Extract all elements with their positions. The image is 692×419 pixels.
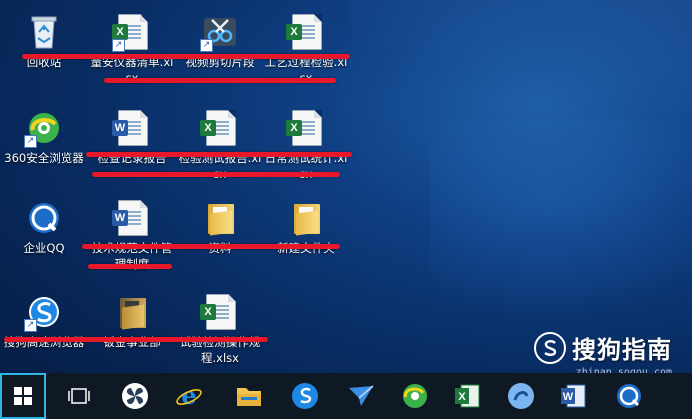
- mail-app-button[interactable]: [338, 373, 384, 419]
- browser-360-icon: [403, 384, 427, 408]
- task-view-icon: [68, 388, 90, 404]
- word-file-icon: W: [112, 108, 152, 148]
- redaction-mark: [4, 337, 268, 342]
- qq-button[interactable]: [606, 373, 652, 419]
- desktop-icon-docx-file[interactable]: W 检查记录报告: [90, 108, 174, 166]
- excel-file-icon: X: [200, 292, 240, 332]
- excel-file-icon: X: [286, 12, 326, 52]
- icon-label: 企业QQ: [23, 241, 65, 255]
- windows-logo-icon: [14, 387, 32, 405]
- svg-text:X: X: [458, 391, 466, 403]
- desktop-icon-xlsx-file[interactable]: X ↗ 量安仪器清单.xlsx: [90, 12, 174, 86]
- word-button[interactable]: W: [550, 373, 596, 419]
- word-file-icon: W: [112, 198, 152, 238]
- redaction-mark: [82, 244, 340, 249]
- desktop-icon-xlsx-file[interactable]: X 试验检测操作规程.xlsx: [178, 292, 262, 366]
- browser-360-icon: ↗: [24, 108, 64, 148]
- word-icon: W: [561, 384, 586, 408]
- desktop-icon-360-browser[interactable]: ↗ 360安全浏览器: [2, 108, 86, 166]
- pinwheel-icon: [122, 383, 148, 409]
- redaction-mark: [88, 264, 172, 269]
- excel-file-icon: X: [286, 108, 326, 148]
- start-button[interactable]: [0, 373, 46, 419]
- desktop-icon-xlsx-file[interactable]: X 日常测试统计.xlsx: [264, 108, 348, 182]
- sogou-input-button[interactable]: [498, 373, 544, 419]
- sogou-guide-watermark: 搜狗指南 zhinan.sogou.com: [534, 330, 672, 378]
- desktop-icon-xlsx-file[interactable]: X 工艺过程检验.xlsx: [264, 12, 348, 86]
- task-view-button[interactable]: [56, 373, 102, 419]
- taskbar: e X W: [0, 373, 692, 419]
- svg-text:e: e: [181, 382, 196, 410]
- desktop-icon-enterprise-qq[interactable]: 企业QQ: [2, 198, 86, 256]
- pinwheel-app-button[interactable]: [112, 373, 158, 419]
- browser-360-button[interactable]: [392, 373, 438, 419]
- paper-plane-icon: [349, 385, 374, 406]
- desktop-icon-docx-file[interactable]: W 技术规范文件管理制度: [90, 198, 174, 272]
- sogou-logo-icon: [534, 331, 566, 364]
- recycle-bin-icon: [24, 12, 64, 52]
- svg-text:W: W: [563, 391, 574, 403]
- excel-file-icon: X: [200, 108, 240, 148]
- internet-explorer-icon: e: [176, 382, 202, 410]
- excel-file-icon: X ↗: [112, 12, 152, 52]
- qq-icon: [24, 198, 64, 238]
- sogou-input-icon: [508, 383, 534, 409]
- excel-icon: X: [455, 384, 480, 408]
- sogou-browser-icon: [292, 383, 318, 409]
- icon-label: 360安全浏览器: [4, 151, 84, 165]
- sogou-browser-icon: ↗: [24, 292, 64, 332]
- redaction-mark: [22, 54, 350, 59]
- file-explorer-button[interactable]: [226, 373, 272, 419]
- redaction-mark: [104, 78, 336, 83]
- desktop-icon-video-cutter[interactable]: ↗ 视频剪切片段: [178, 12, 262, 70]
- desktop-icon-xlsx-file[interactable]: X 检验测试报告.xlsx: [178, 108, 262, 182]
- qq-icon: [617, 384, 641, 408]
- excel-button[interactable]: X: [444, 373, 490, 419]
- internet-explorer-button[interactable]: e: [166, 373, 212, 419]
- folder-icon: [286, 198, 326, 238]
- file-explorer-icon: [237, 388, 261, 406]
- redaction-mark: [86, 152, 352, 157]
- folder-icon: [112, 292, 152, 332]
- sogou-browser-button[interactable]: [282, 373, 328, 419]
- watermark-brand: 搜狗指南: [572, 336, 672, 364]
- scissors-app-icon: ↗: [200, 12, 240, 52]
- desktop-icon-recycle-bin[interactable]: 回收站: [2, 12, 86, 70]
- folder-icon: [200, 198, 240, 238]
- redaction-mark: [92, 172, 340, 177]
